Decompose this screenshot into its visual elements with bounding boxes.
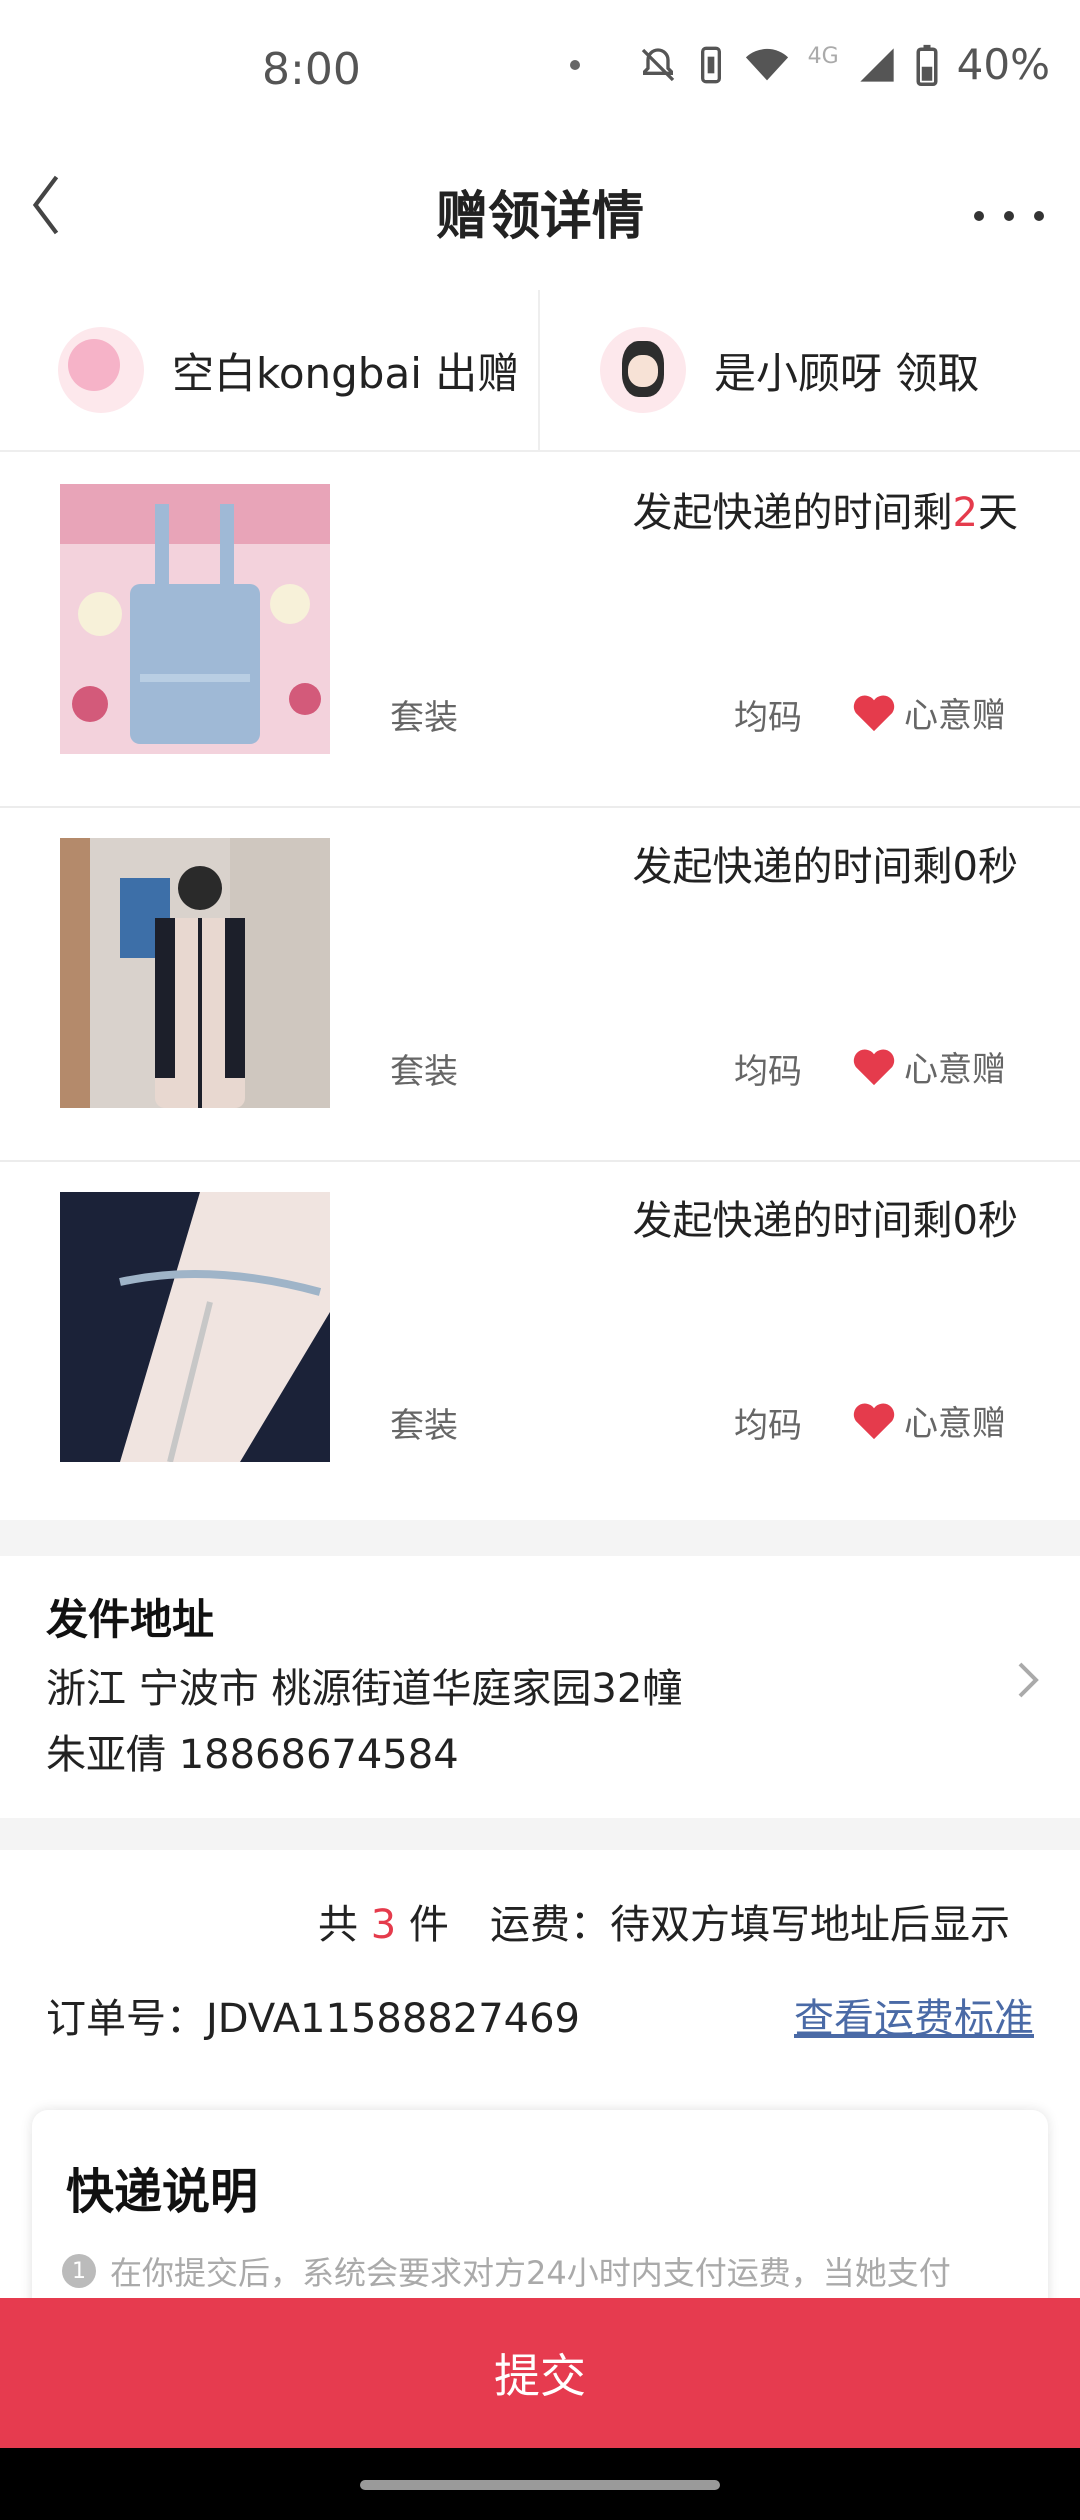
shipping-countdown: 发起快递的时间剩0秒 (632, 1198, 1018, 1244)
address-label: 发件地址 (46, 1595, 215, 1644)
submit-button[interactable]: 提交 (0, 2298, 1080, 2448)
item-size: 均码 (734, 1052, 802, 1092)
section-divider (0, 1520, 1080, 1556)
vibrate-icon (700, 46, 721, 83)
item-size: 均码 (734, 698, 802, 738)
item-category: 套装 (390, 698, 458, 738)
home-handle[interactable] (360, 2480, 720, 2490)
status-time: 8:00 (262, 44, 361, 95)
shipping-fee-standard-link[interactable]: 查看运费标准 (794, 1986, 1034, 2044)
receiver-action: 领取 (895, 348, 980, 398)
wifi-icon (745, 48, 788, 80)
list-item[interactable]: 发起快递的时间剩0秒 套装 均码 心意赠 (0, 806, 1080, 1162)
bell-off-icon (641, 47, 674, 81)
address-line: 浙江 宁波市 桃源街道华庭家园32幢 (46, 1666, 683, 1712)
giver-party[interactable]: 空白kongbai 出赠 (0, 290, 538, 450)
notification-dot-icon (569, 59, 580, 70)
shipping-countdown: 发起快递的时间剩2天 (632, 490, 1018, 536)
more-dot-icon (1004, 211, 1014, 221)
shipping-fee: 运费：待双方填写地址后显示 (490, 1902, 1010, 1948)
app-header: 赠领详情 (0, 150, 1080, 290)
chevron-right-icon (1018, 1662, 1039, 1698)
more-dot-icon (1034, 211, 1044, 221)
gift-tag: 心意赠 (852, 1396, 1006, 1445)
status-icons: 4G 40% (569, 40, 1050, 89)
sender-address[interactable]: 发件地址 浙江 宁波市 桃源街道华庭家园32幢 朱亚倩 18868674584 (0, 1556, 1080, 1818)
item-category: 套装 (390, 1052, 458, 1092)
shipping-countdown: 发起快递的时间剩0秒 (632, 844, 1018, 890)
product-image (60, 1192, 330, 1462)
giver-name: 空白kongbai (172, 348, 422, 398)
receiver-name: 是小顾呀 (714, 348, 883, 398)
heart-icon (853, 1049, 895, 1085)
express-title: 快递说明 (66, 2164, 259, 2220)
system-nav-bar (0, 2448, 1080, 2520)
receiver-party[interactable]: 是小顾呀 领取 (538, 290, 1080, 450)
receiver-avatar (600, 327, 686, 413)
gift-tag: 心意赠 (852, 688, 1006, 737)
list-item[interactable]: 发起快递的时间剩0秒 套装 均码 心意赠 (0, 1160, 1080, 1514)
gift-tag: 心意赠 (852, 1042, 1006, 1091)
list-item[interactable]: 发起快递的时间剩2天 套装 均码 心意赠 (0, 452, 1080, 808)
order-number: 订单号：JDVA11588827469 (46, 1996, 581, 2042)
order-summary: 共 3 件 运费：待双方填写地址后显示 订单号：JDVA11588827469 … (0, 1850, 1080, 2090)
more-options-button[interactable] (974, 186, 1044, 246)
info-number-icon: 1 (62, 2254, 96, 2288)
product-image (60, 838, 330, 1108)
battery-icon (916, 44, 938, 86)
heart-icon (853, 1403, 895, 1439)
page-title: 赠领详情 (435, 187, 644, 247)
product-image (60, 484, 330, 754)
item-size: 均码 (734, 1406, 802, 1446)
party-row: 空白kongbai 出赠 是小顾呀 领取 (0, 290, 1080, 452)
cell-signal-icon (859, 47, 894, 82)
giver-avatar (58, 327, 144, 413)
item-count: 共 3 件 (318, 1902, 449, 1948)
status-bar: 8:00 4G 40% (0, 0, 1080, 150)
item-category: 套装 (390, 1406, 458, 1446)
giver-action: 出赠 (435, 348, 520, 398)
express-note: 1 在你提交后，系统会要求对方24小时内支付运费，当她支付 (62, 2248, 951, 2294)
heart-icon (853, 695, 895, 731)
address-contact: 朱亚倩 18868674584 (46, 1732, 459, 1778)
more-dot-icon (974, 211, 984, 221)
network-label: 4G (807, 44, 839, 69)
section-divider (0, 1818, 1080, 1850)
battery-percent: 40% (956, 40, 1050, 89)
